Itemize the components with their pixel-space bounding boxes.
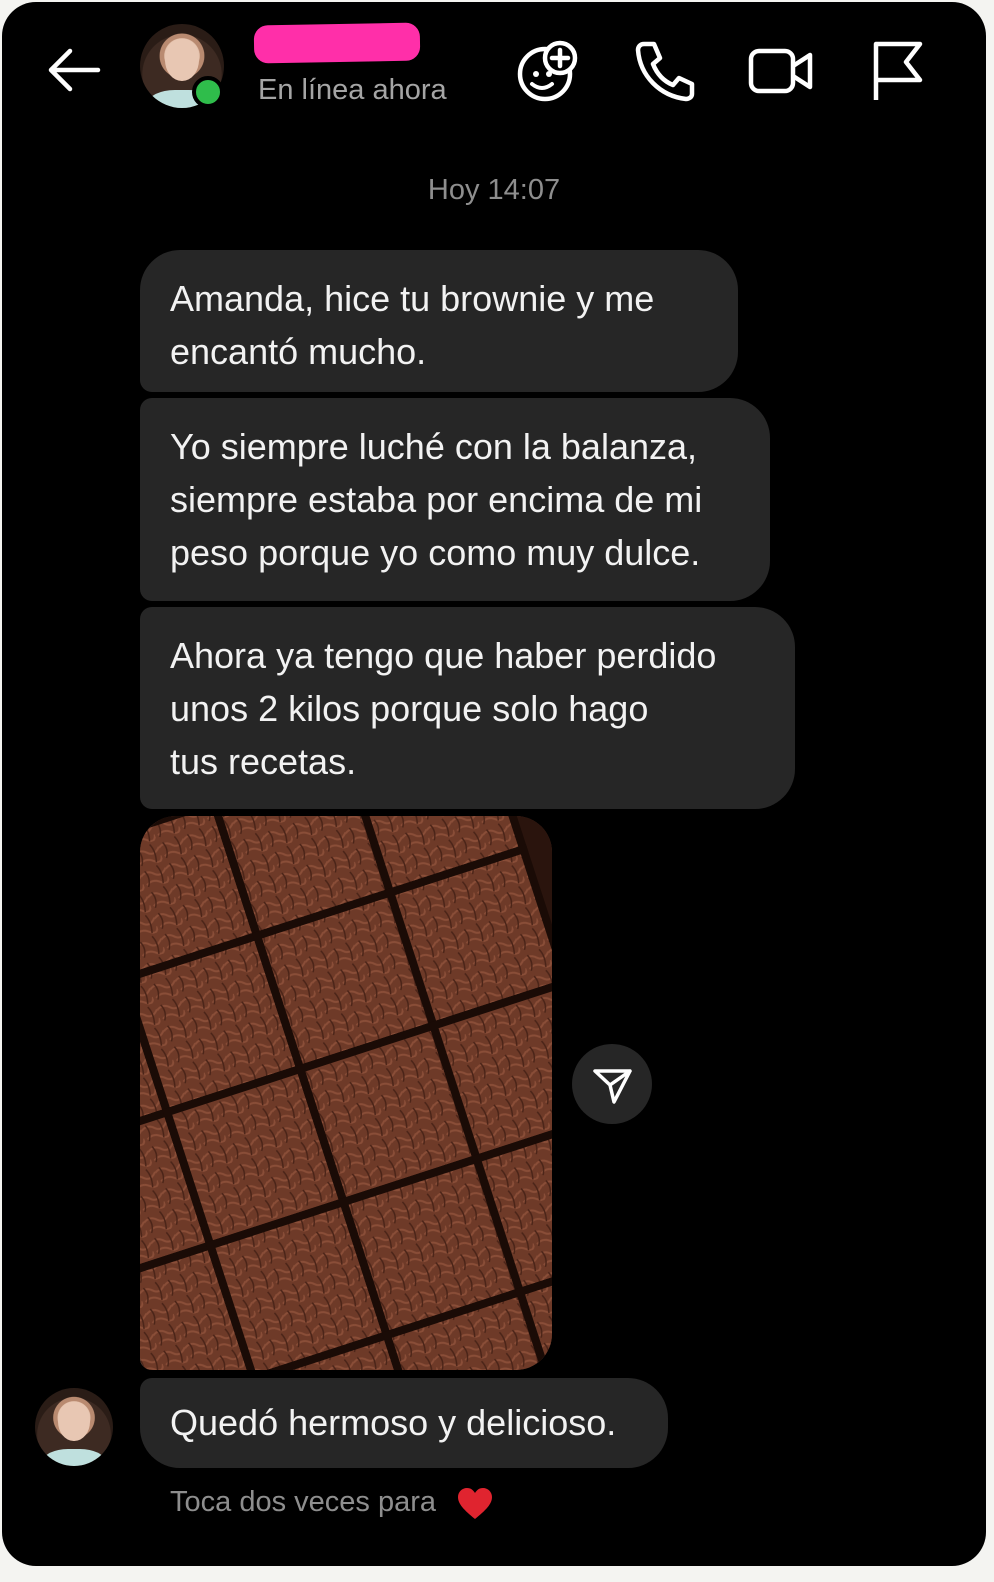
back-arrow-icon[interactable] <box>44 42 104 98</box>
redacted-contact-name <box>253 22 421 64</box>
brownie-image <box>140 816 552 1370</box>
flag-icon[interactable] <box>864 36 934 106</box>
chat-header: En línea ahora <box>2 2 986 142</box>
message-bubble[interactable]: Quedó hermoso y delicioso. <box>140 1378 668 1468</box>
message-bubble[interactable]: Yo siempre luché con la balanza, siempre… <box>140 398 770 601</box>
video-camera-icon[interactable] <box>746 36 816 106</box>
effects-icon[interactable] <box>514 36 584 106</box>
avatar[interactable] <box>35 1388 113 1466</box>
double-tap-hint: Toca dos veces para <box>170 1486 436 1518</box>
phone-icon[interactable] <box>630 36 700 106</box>
chat-screen: En línea ahora Hoy 14:07 Amanda, hice tu… <box>2 2 986 1566</box>
message-bubble[interactable]: Ahora ya tengo que haber perdido unos 2 … <box>140 607 795 809</box>
send-icon <box>593 1069 632 1104</box>
online-status-dot <box>192 76 224 108</box>
online-status-text: En línea ahora <box>258 74 447 106</box>
brownie-photo[interactable] <box>140 816 552 1370</box>
heart-icon <box>458 1488 492 1519</box>
message-timestamp: Hoy 14:07 <box>427 174 561 206</box>
share-button[interactable] <box>572 1044 652 1124</box>
message-bubble[interactable]: Amanda, hice tu brownie y me encantó muc… <box>140 250 738 392</box>
